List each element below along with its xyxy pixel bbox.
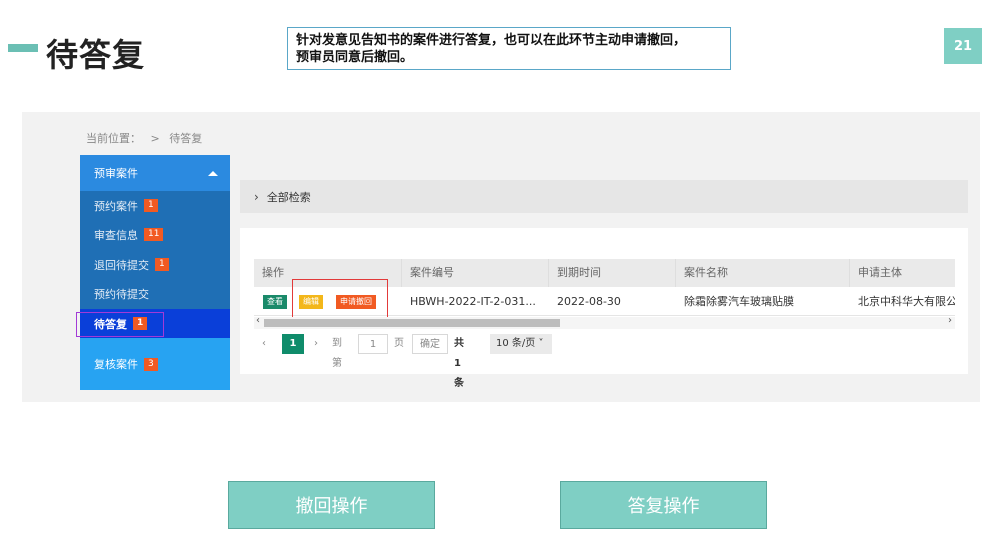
highlight-frame-actions xyxy=(292,279,388,321)
goto-page-input[interactable]: 1 xyxy=(358,334,388,354)
caret-up-icon xyxy=(208,170,218,176)
page-size-select[interactable]: 10 条/页 ˅ xyxy=(490,334,552,354)
note-line-2: 预审员同意后撤回。 xyxy=(296,50,414,65)
breadcrumb: 当前位置： > 待答复 xyxy=(86,130,208,146)
sidebar-item-recheck[interactable]: 复核案件 3 xyxy=(80,338,230,390)
scrollbar-thumb[interactable] xyxy=(264,319,560,327)
reply-operation-button[interactable]: 答复操作 xyxy=(560,481,767,529)
sidebar-item-appointments[interactable]: 预约案件 1 xyxy=(80,191,230,220)
sidebar-item-label: 复核案件 xyxy=(94,358,138,371)
sidebar-header[interactable]: 预审案件 xyxy=(80,155,230,191)
search-toggle-label: 全部检索 xyxy=(266,190,311,204)
breadcrumb-separator: > xyxy=(150,132,160,145)
goto-label: 到第 xyxy=(332,338,342,369)
sidebar-header-label: 预审案件 xyxy=(94,167,138,180)
column-header-case-no: 案件编号 xyxy=(402,259,549,287)
count-badge: 3 xyxy=(144,357,158,371)
case-no-cell: HBWH-2022-IT-2-031... xyxy=(410,295,536,308)
chevron-down-icon: ˅ xyxy=(538,338,544,349)
confirm-button[interactable]: 确定 xyxy=(412,334,448,354)
prev-page-icon[interactable]: ‹ xyxy=(262,334,266,354)
count-badge: 11 xyxy=(144,228,164,241)
page-number: 21 xyxy=(944,28,982,64)
sidebar: 预审案件 预约案件 1 审查信息 11 退回待提交 1 预约待提交 待答复 1 … xyxy=(80,155,230,390)
breadcrumb-label: 当前位置： xyxy=(86,132,141,145)
case-name-cell: 除霜除雾汽车玻璃贴膜 xyxy=(684,295,794,308)
breadcrumb-current[interactable]: 待答复 xyxy=(169,132,202,145)
search-toggle[interactable]: › 全部检索 xyxy=(240,180,968,213)
note-line-1: 针对发意见告知书的案件进行答复，也可以在此环节主动申请撤回， xyxy=(296,33,687,48)
chevron-right-icon: › xyxy=(254,189,259,204)
count-badge: 1 xyxy=(155,258,169,271)
page-size-value: 10 条/页 xyxy=(496,338,536,349)
scroll-right-icon[interactable]: › xyxy=(948,315,952,326)
horizontal-scrollbar[interactable]: ‹ › xyxy=(254,315,955,329)
sidebar-item-returned[interactable]: 退回待提交 1 xyxy=(80,250,230,279)
total-count: 共 1 条 xyxy=(454,338,464,389)
sidebar-item-label: 退回待提交 xyxy=(94,258,149,272)
description-note: 针对发意见告知书的案件进行答复，也可以在此环节主动申请撤回， 预审员同意后撤回。 xyxy=(287,27,731,70)
page-current[interactable]: 1 xyxy=(282,334,304,354)
scroll-left-icon[interactable]: ‹ xyxy=(256,315,260,326)
applicant-cell: 北京中科华大有限公司 xyxy=(858,295,955,308)
next-page-icon[interactable]: › xyxy=(314,334,318,354)
slide-title: 待答复 xyxy=(46,36,146,74)
page-unit-label: 页 xyxy=(394,338,404,349)
sidebar-item-label: 审查信息 xyxy=(94,228,138,242)
sidebar-item-label: 预约案件 xyxy=(94,199,138,213)
sidebar-item-review-info[interactable]: 审查信息 11 xyxy=(80,220,230,249)
title-accent-bar xyxy=(8,44,38,52)
column-header-case-name: 案件名称 xyxy=(676,259,850,287)
sidebar-item-label: 预约待提交 xyxy=(94,287,149,301)
sidebar-item-pending-submit[interactable]: 预约待提交 xyxy=(80,279,230,308)
count-badge: 1 xyxy=(144,199,158,212)
withdraw-operation-button[interactable]: 撤回操作 xyxy=(228,481,435,529)
column-header-applicant: 申请主体 xyxy=(858,266,902,279)
view-button[interactable]: 查看 xyxy=(263,295,287,309)
column-header-due: 到期时间 xyxy=(549,259,676,287)
due-date-cell: 2022-08-30 xyxy=(557,295,621,308)
highlight-frame-sidebar xyxy=(76,312,164,337)
